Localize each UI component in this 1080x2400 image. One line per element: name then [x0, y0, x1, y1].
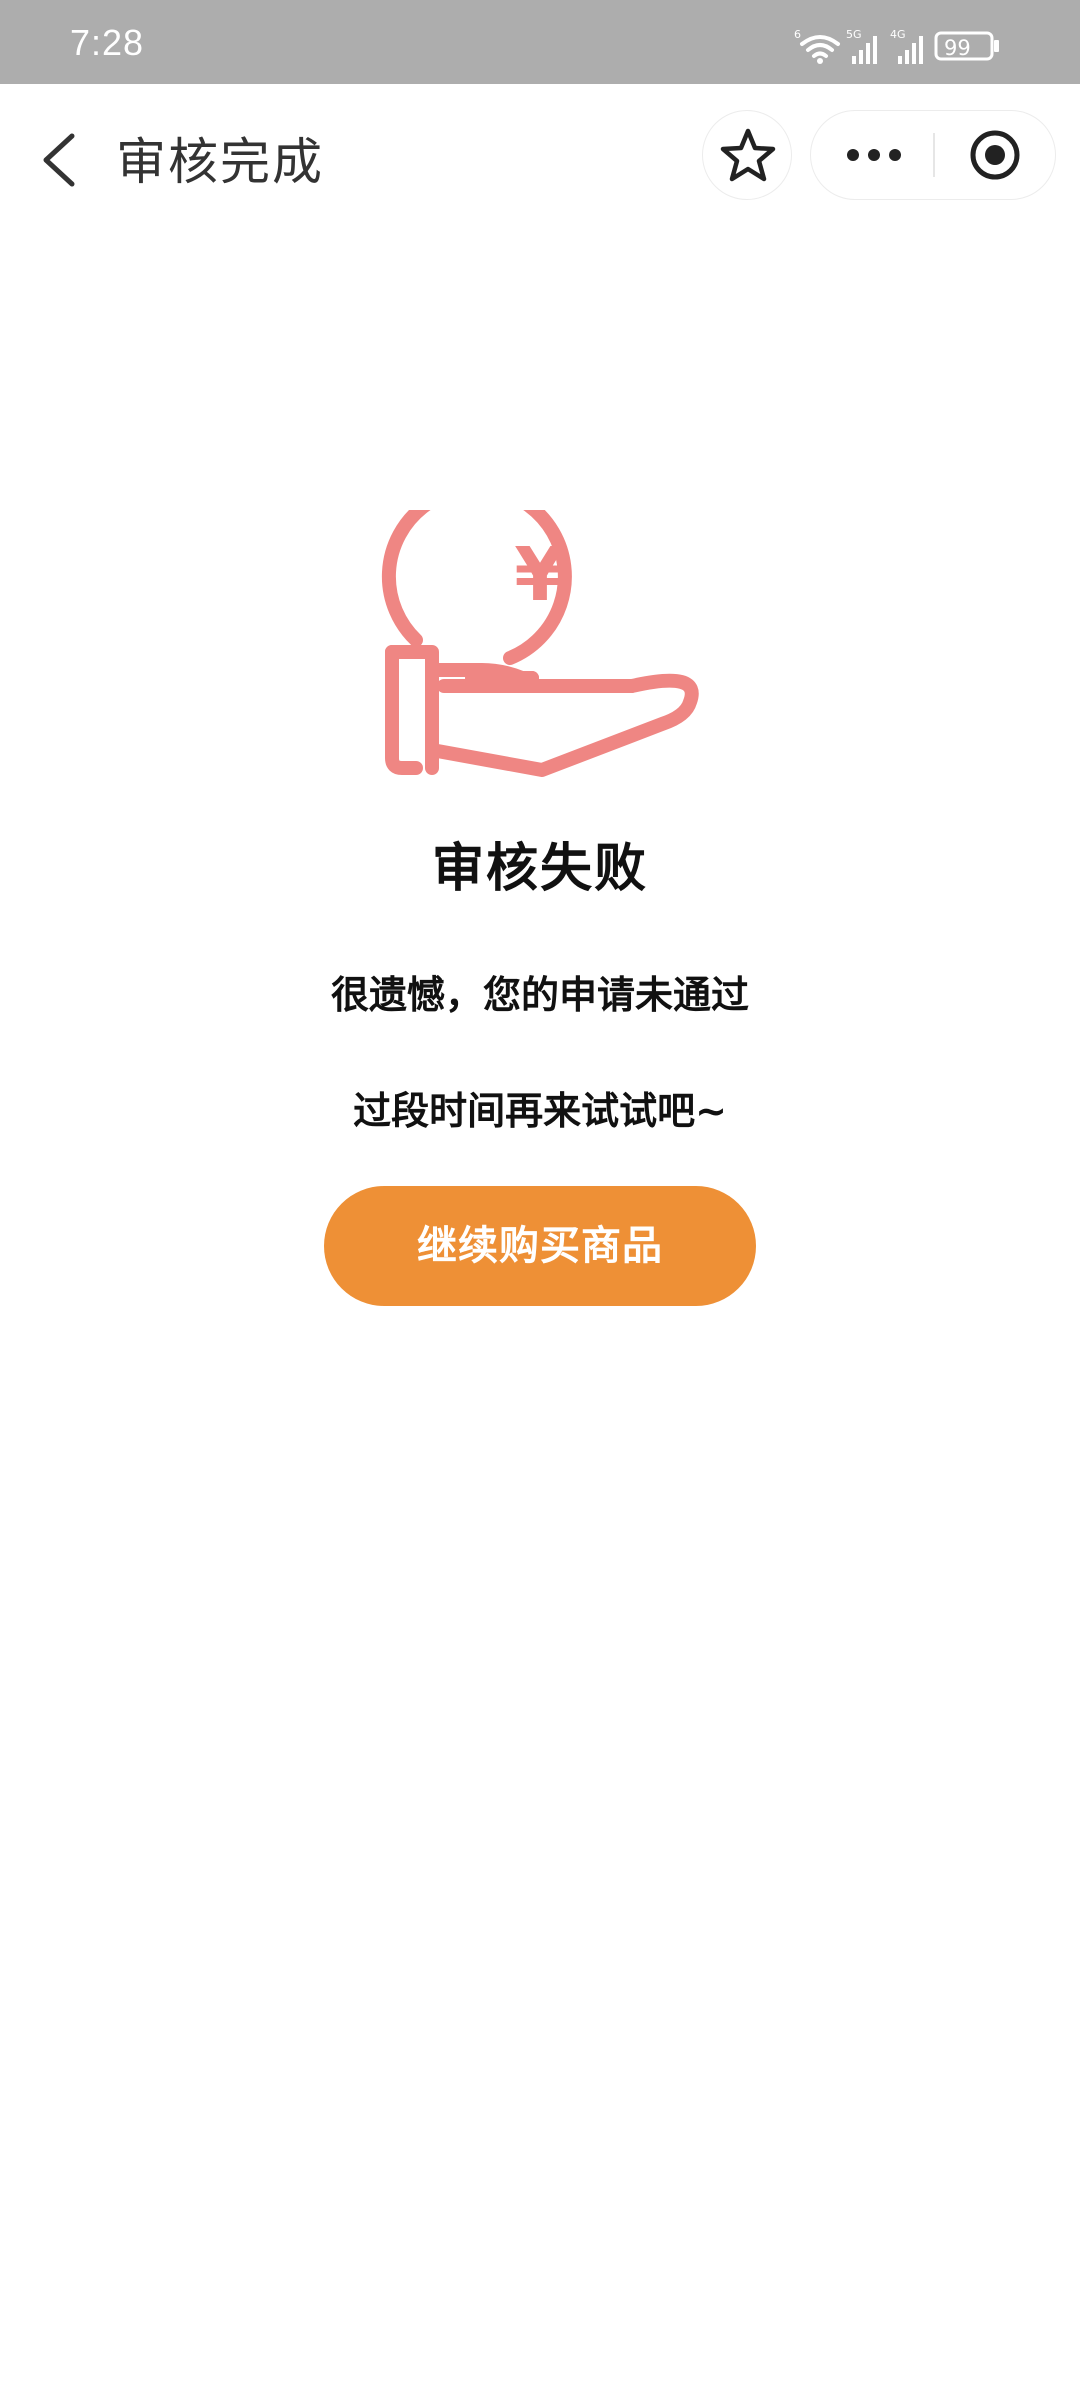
- currency-symbol: ¥: [514, 532, 566, 618]
- mini-program-capsule: [810, 110, 1056, 200]
- result-title: 审核失败: [431, 839, 648, 899]
- battery-level: 99: [944, 36, 971, 60]
- network-4g-label: 4G: [890, 28, 906, 41]
- status-icons: 6 5G 4G 99: [794, 28, 999, 64]
- result-message-line1: 很遗憾，您的申请未通过: [330, 973, 749, 1017]
- nav-bar: 审核完成: [0, 84, 1080, 224]
- more-button[interactable]: [811, 111, 933, 199]
- star-icon: [720, 128, 776, 182]
- wifi-label: 6: [794, 28, 801, 41]
- page-title: 审核完成: [116, 133, 324, 191]
- status-bar: 7:28 6 5G 4G 99: [0, 0, 1080, 84]
- hand-coin-icon: ¥: [381, 510, 699, 777]
- result-message-line2: 过段时间再来试试吧~: [353, 1089, 727, 1133]
- back-icon[interactable]: [30, 120, 90, 200]
- status-time: 7:28: [70, 22, 145, 63]
- network-5g-label: 5G: [846, 28, 862, 41]
- close-target-icon: [970, 130, 1020, 180]
- wifi-icon: [800, 35, 840, 58]
- close-button[interactable]: [935, 111, 1055, 199]
- favorite-button[interactable]: [702, 110, 792, 200]
- more-icon: [847, 149, 901, 161]
- battery-icon: 99: [934, 31, 999, 61]
- continue-shopping-button[interactable]: 继续购买商品: [324, 1186, 756, 1306]
